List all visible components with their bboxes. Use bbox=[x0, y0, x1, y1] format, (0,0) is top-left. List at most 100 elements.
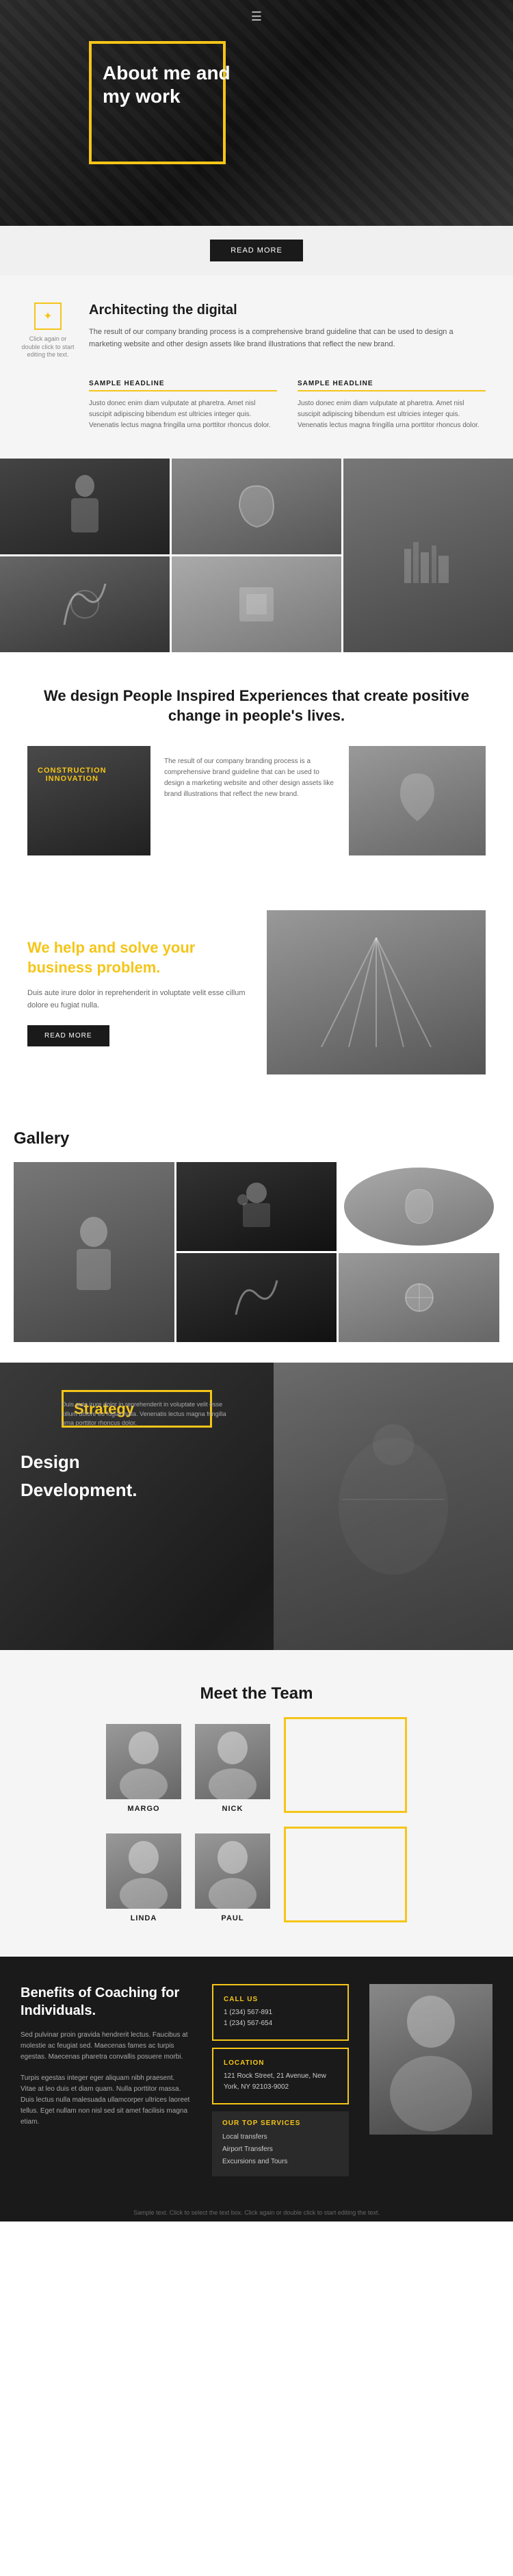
inspired-columns: CONSTRUCTION INNOVATION The result of ou… bbox=[27, 746, 486, 855]
about-title: Architecting the digital bbox=[89, 302, 486, 318]
address-value: 121 Rock Street, 21 Avenue, New York, NY… bbox=[224, 2071, 337, 2093]
benefits-left-col: Benefits of Coaching for Individuals. Se… bbox=[21, 1984, 192, 2176]
team-name-nick: NICK bbox=[222, 1805, 244, 1813]
about-right-col: Architecting the digital The result of o… bbox=[89, 302, 486, 350]
gallery2-image-1 bbox=[176, 1162, 337, 1251]
inspired-left-image: CONSTRUCTION INNOVATION bbox=[27, 746, 150, 855]
benefits-desc-1: Sed pulvinar proin gravida hendrerit lec… bbox=[21, 2030, 192, 2063]
phone-2: 1 (234) 567-654 bbox=[224, 2018, 337, 2029]
benefits-section: Benefits of Coaching for Individuals. Se… bbox=[0, 1957, 513, 2204]
edit-icon: ✦ bbox=[34, 302, 62, 330]
strategy-items: Design Development. bbox=[21, 1452, 137, 1508]
service-item-3: Excursions and Tours bbox=[222, 2156, 339, 2168]
business-title: We help and solve your business problem. bbox=[27, 938, 246, 977]
footer-hint: Sample text. Click to select the text bo… bbox=[0, 2204, 513, 2221]
team-frame-decoration bbox=[284, 1717, 407, 1813]
gallery-image-4 bbox=[0, 556, 170, 652]
gallery-photo-1 bbox=[0, 459, 170, 554]
gallery-section: Gallery bbox=[0, 1109, 513, 1363]
col2-text: Justo donec enim diam vulputate at phare… bbox=[298, 398, 486, 431]
team-name-paul: PAUL bbox=[221, 1914, 244, 1922]
gallery-photo-5 bbox=[172, 556, 341, 652]
construction-text: CONSTRUCTION bbox=[38, 767, 107, 775]
contact-location-box: LOCATION 121 Rock Street, 21 Avenue, New… bbox=[212, 2048, 349, 2104]
about-section: ✦ Click again or double click to start e… bbox=[0, 275, 513, 459]
construction-label: CONSTRUCTION INNOVATION bbox=[38, 767, 107, 783]
team-photo-nick bbox=[195, 1724, 270, 1799]
hero-section: ☰ About me and my work bbox=[0, 0, 513, 226]
gallery2-image-4 bbox=[176, 1253, 337, 1342]
team-name-linda: LINDA bbox=[131, 1914, 157, 1922]
person-photo bbox=[369, 1984, 492, 2135]
read-more-section: READ MORE bbox=[0, 226, 513, 275]
gallery2-photo-2 bbox=[344, 1168, 494, 1246]
business-title-part1: We help and solve your bbox=[27, 939, 195, 956]
team-name-margo: MARGO bbox=[127, 1805, 159, 1813]
gallery-image-3 bbox=[343, 459, 513, 652]
team-member-nick: NICK bbox=[195, 1724, 270, 1813]
inspired-middle-text: The result of our company branding proce… bbox=[150, 746, 349, 855]
inspired-description: The result of our company branding proce… bbox=[164, 756, 335, 800]
service-item-1: Local transfers bbox=[222, 2131, 339, 2143]
hamburger-menu[interactable]: ☰ bbox=[251, 10, 262, 24]
business-left-col: We help and solve your business problem.… bbox=[27, 938, 246, 1046]
services-title: OUR TOP SERVICES bbox=[222, 2120, 339, 2127]
footer-hint-text: Sample text. Click to select the text bo… bbox=[133, 2209, 380, 2216]
gallery2-image-2 bbox=[344, 1168, 494, 1246]
benefits-desc-2: Turpis egestas integer eger aliquam nibh… bbox=[21, 2073, 192, 2128]
edit-hint-text: Click again or double click to start edi… bbox=[21, 335, 75, 359]
about-col-1: SAMPLE HEADLINE Justo donec enim diam vu… bbox=[89, 380, 277, 431]
team-section: Meet the Team MARGO NICK bbox=[0, 1650, 513, 1957]
inspired-title: We design People Inspired Experiences th… bbox=[27, 686, 486, 725]
gallery-photo-2 bbox=[172, 459, 341, 554]
team-member-margo: MARGO bbox=[106, 1724, 181, 1813]
team-member-paul: PAUL bbox=[195, 1833, 270, 1922]
call-us-label: CALL US bbox=[224, 1996, 337, 2003]
gallery2-photo-1 bbox=[176, 1162, 337, 1251]
inspired-right-image bbox=[349, 746, 486, 855]
benefits-right-col bbox=[369, 1984, 492, 2176]
service-item-2: Airport Transfers bbox=[222, 2143, 339, 2156]
business-image bbox=[267, 910, 486, 1074]
business-section: We help and solve your business problem.… bbox=[0, 876, 513, 1109]
gallery-photo-3 bbox=[343, 459, 513, 652]
inspired-section: We design People Inspired Experiences th… bbox=[0, 652, 513, 876]
business-read-more-button[interactable]: READ MORE bbox=[27, 1025, 109, 1046]
team-member-linda: LINDA bbox=[106, 1833, 181, 1922]
gallery2-photo-3 bbox=[14, 1162, 174, 1342]
gallery-image-2 bbox=[172, 459, 341, 554]
gallery-title: Gallery bbox=[14, 1129, 499, 1148]
innovation-text: INNOVATION bbox=[38, 775, 107, 783]
gallery2-photo-5 bbox=[339, 1253, 499, 1342]
gallery-image-5 bbox=[172, 556, 341, 652]
about-description: The result of our company branding proce… bbox=[89, 326, 486, 350]
hero-title: About me and my work bbox=[103, 62, 239, 107]
team-frame-decoration-2 bbox=[284, 1827, 407, 1922]
hero-background bbox=[0, 0, 513, 226]
location-label: LOCATION bbox=[224, 2059, 337, 2067]
col2-headline: SAMPLE HEADLINE bbox=[298, 380, 486, 391]
business-description: Duis aute irure dolor in reprehenderit i… bbox=[27, 988, 246, 1012]
team-title: Meet the Team bbox=[27, 1684, 486, 1703]
strategy-item-development: Development. bbox=[21, 1480, 137, 1501]
contact-call-box: CALL US 1 (234) 567-891 1 (234) 567-654 bbox=[212, 1984, 349, 2041]
gallery-photo-4 bbox=[0, 556, 170, 652]
gallery2-image-5 bbox=[339, 1253, 499, 1342]
services-box: OUR TOP SERVICES Local transfers Airport… bbox=[212, 2111, 349, 2176]
gallery2-photo-4 bbox=[176, 1253, 337, 1342]
gallery-image-1 bbox=[0, 459, 170, 554]
about-col-2: SAMPLE HEADLINE Justo donec enim diam vu… bbox=[298, 380, 486, 431]
team-photo-linda bbox=[106, 1833, 181, 1909]
team-photo-paul bbox=[195, 1833, 270, 1909]
strategy-item-design: Design bbox=[21, 1452, 137, 1473]
read-more-button[interactable]: READ MORE bbox=[210, 240, 303, 261]
business-right-image bbox=[267, 910, 486, 1074]
business-title-highlight: problem. bbox=[97, 959, 161, 976]
team-photo-margo bbox=[106, 1724, 181, 1799]
strategy-section: Strategy Duis aute irure dolor in repreh… bbox=[0, 1363, 513, 1650]
gallery-grid-1 bbox=[0, 459, 513, 652]
col1-text: Justo donec enim diam vulputate at phare… bbox=[89, 398, 277, 431]
business-title-part2: business bbox=[27, 959, 92, 976]
strategy-description: Duis aute irure dolor in reprehenderit i… bbox=[62, 1400, 233, 1428]
gallery-grid-2 bbox=[14, 1162, 499, 1342]
